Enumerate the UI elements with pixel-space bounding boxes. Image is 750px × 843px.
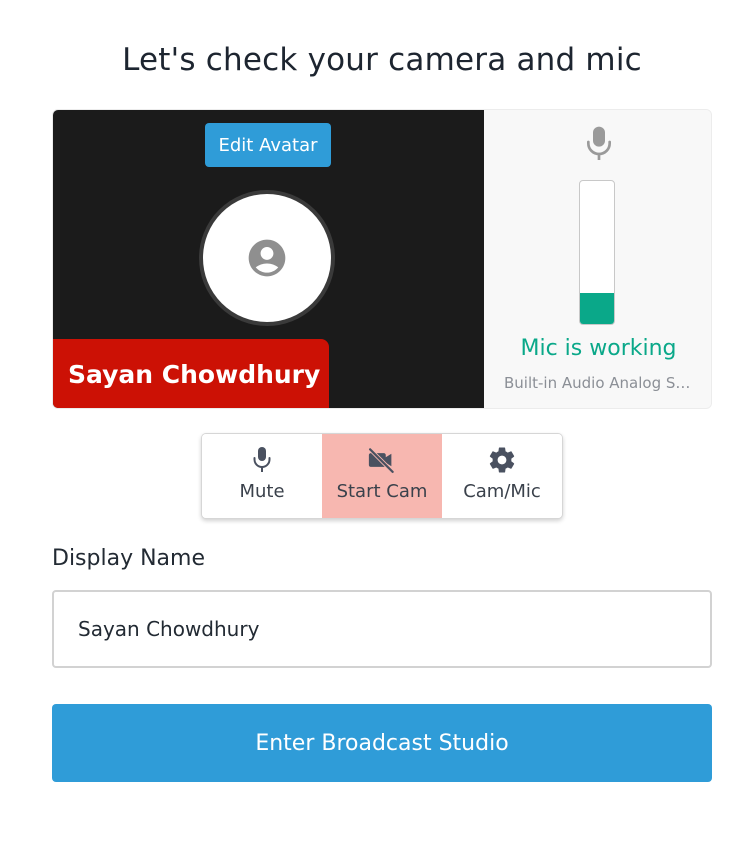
mute-button[interactable]: Mute [202, 434, 322, 518]
mic-level-meter [579, 180, 615, 325]
mic-level-fill [580, 292, 614, 324]
start-cam-label: Start Cam [336, 481, 428, 502]
mic-panel: Mic is working Built-in Audio Analog Ste… [484, 110, 711, 408]
mute-label: Mute [239, 481, 285, 502]
cam-mic-settings-button[interactable]: Cam/Mic [442, 434, 562, 518]
start-cam-button[interactable]: Start Cam [322, 434, 442, 518]
edit-avatar-button[interactable]: Edit Avatar [205, 123, 331, 167]
cam-mic-label: Cam/Mic [463, 481, 541, 502]
mic-status: Mic is working [520, 336, 677, 361]
name-tag: Sayan Chowdhury [53, 339, 329, 408]
media-controls: Mute Start Cam Cam/Mic [201, 433, 563, 519]
display-name-input[interactable] [52, 590, 712, 668]
account-circle-icon [248, 239, 286, 277]
avatar [199, 190, 335, 326]
microphone-icon [253, 447, 271, 472]
page-title: Let's check your camera and mic [122, 42, 642, 78]
microphone-icon [587, 126, 611, 160]
mic-device-name: Built-in Audio Analog Stereo [504, 374, 694, 392]
gear-icon [489, 447, 515, 473]
camera-check-page: Let's check your camera and mic Edit Ava… [0, 0, 750, 843]
preview-panel: Edit Avatar Sayan Chowdhury Mic is worki… [52, 109, 712, 409]
enter-broadcast-studio-button[interactable]: Enter Broadcast Studio [52, 704, 712, 782]
video-off-icon [368, 447, 395, 474]
display-name-label: Display Name [52, 546, 205, 571]
video-preview: Edit Avatar Sayan Chowdhury [53, 110, 484, 408]
